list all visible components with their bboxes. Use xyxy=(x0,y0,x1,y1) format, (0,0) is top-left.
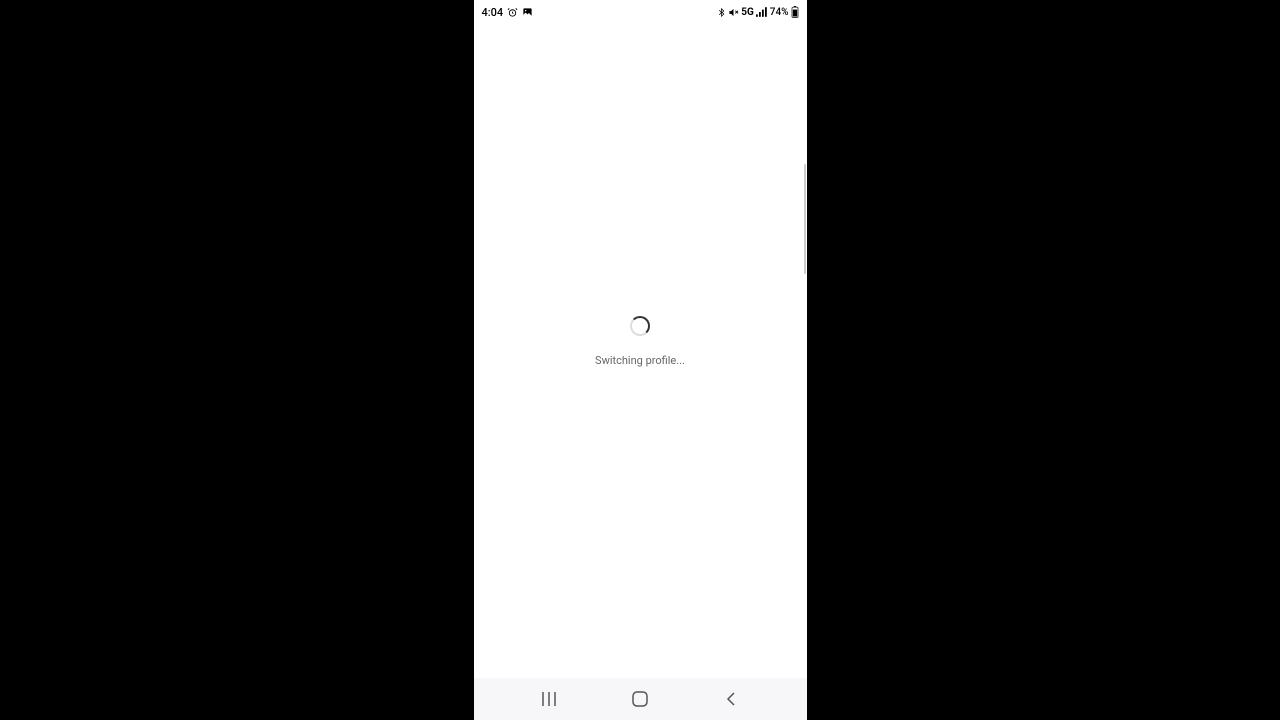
alarm-icon xyxy=(507,7,518,18)
signal-icon xyxy=(756,7,768,17)
battery-percent: 74% xyxy=(770,7,789,18)
status-bar: 4:04 xyxy=(474,0,807,24)
network-label: 5G xyxy=(741,7,754,18)
battery-icon xyxy=(791,6,799,18)
status-bar-right: 5G 74% xyxy=(717,6,798,18)
back-button[interactable] xyxy=(706,684,756,714)
navigation-bar xyxy=(474,678,807,720)
status-bar-left: 4:04 xyxy=(482,6,534,19)
image-icon xyxy=(522,7,533,18)
scroll-indicator[interactable] xyxy=(804,164,806,274)
recents-button[interactable] xyxy=(524,684,574,714)
content-area: Switching profile... xyxy=(474,24,807,678)
loading-container: Switching profile... xyxy=(595,316,685,367)
mute-icon xyxy=(728,7,739,18)
status-time: 4:04 xyxy=(482,6,504,19)
home-button[interactable] xyxy=(615,684,665,714)
loading-message: Switching profile... xyxy=(595,354,685,367)
phone-screen: 4:04 xyxy=(474,0,807,720)
loading-spinner-icon xyxy=(630,316,650,336)
bluetooth-icon xyxy=(717,7,726,18)
